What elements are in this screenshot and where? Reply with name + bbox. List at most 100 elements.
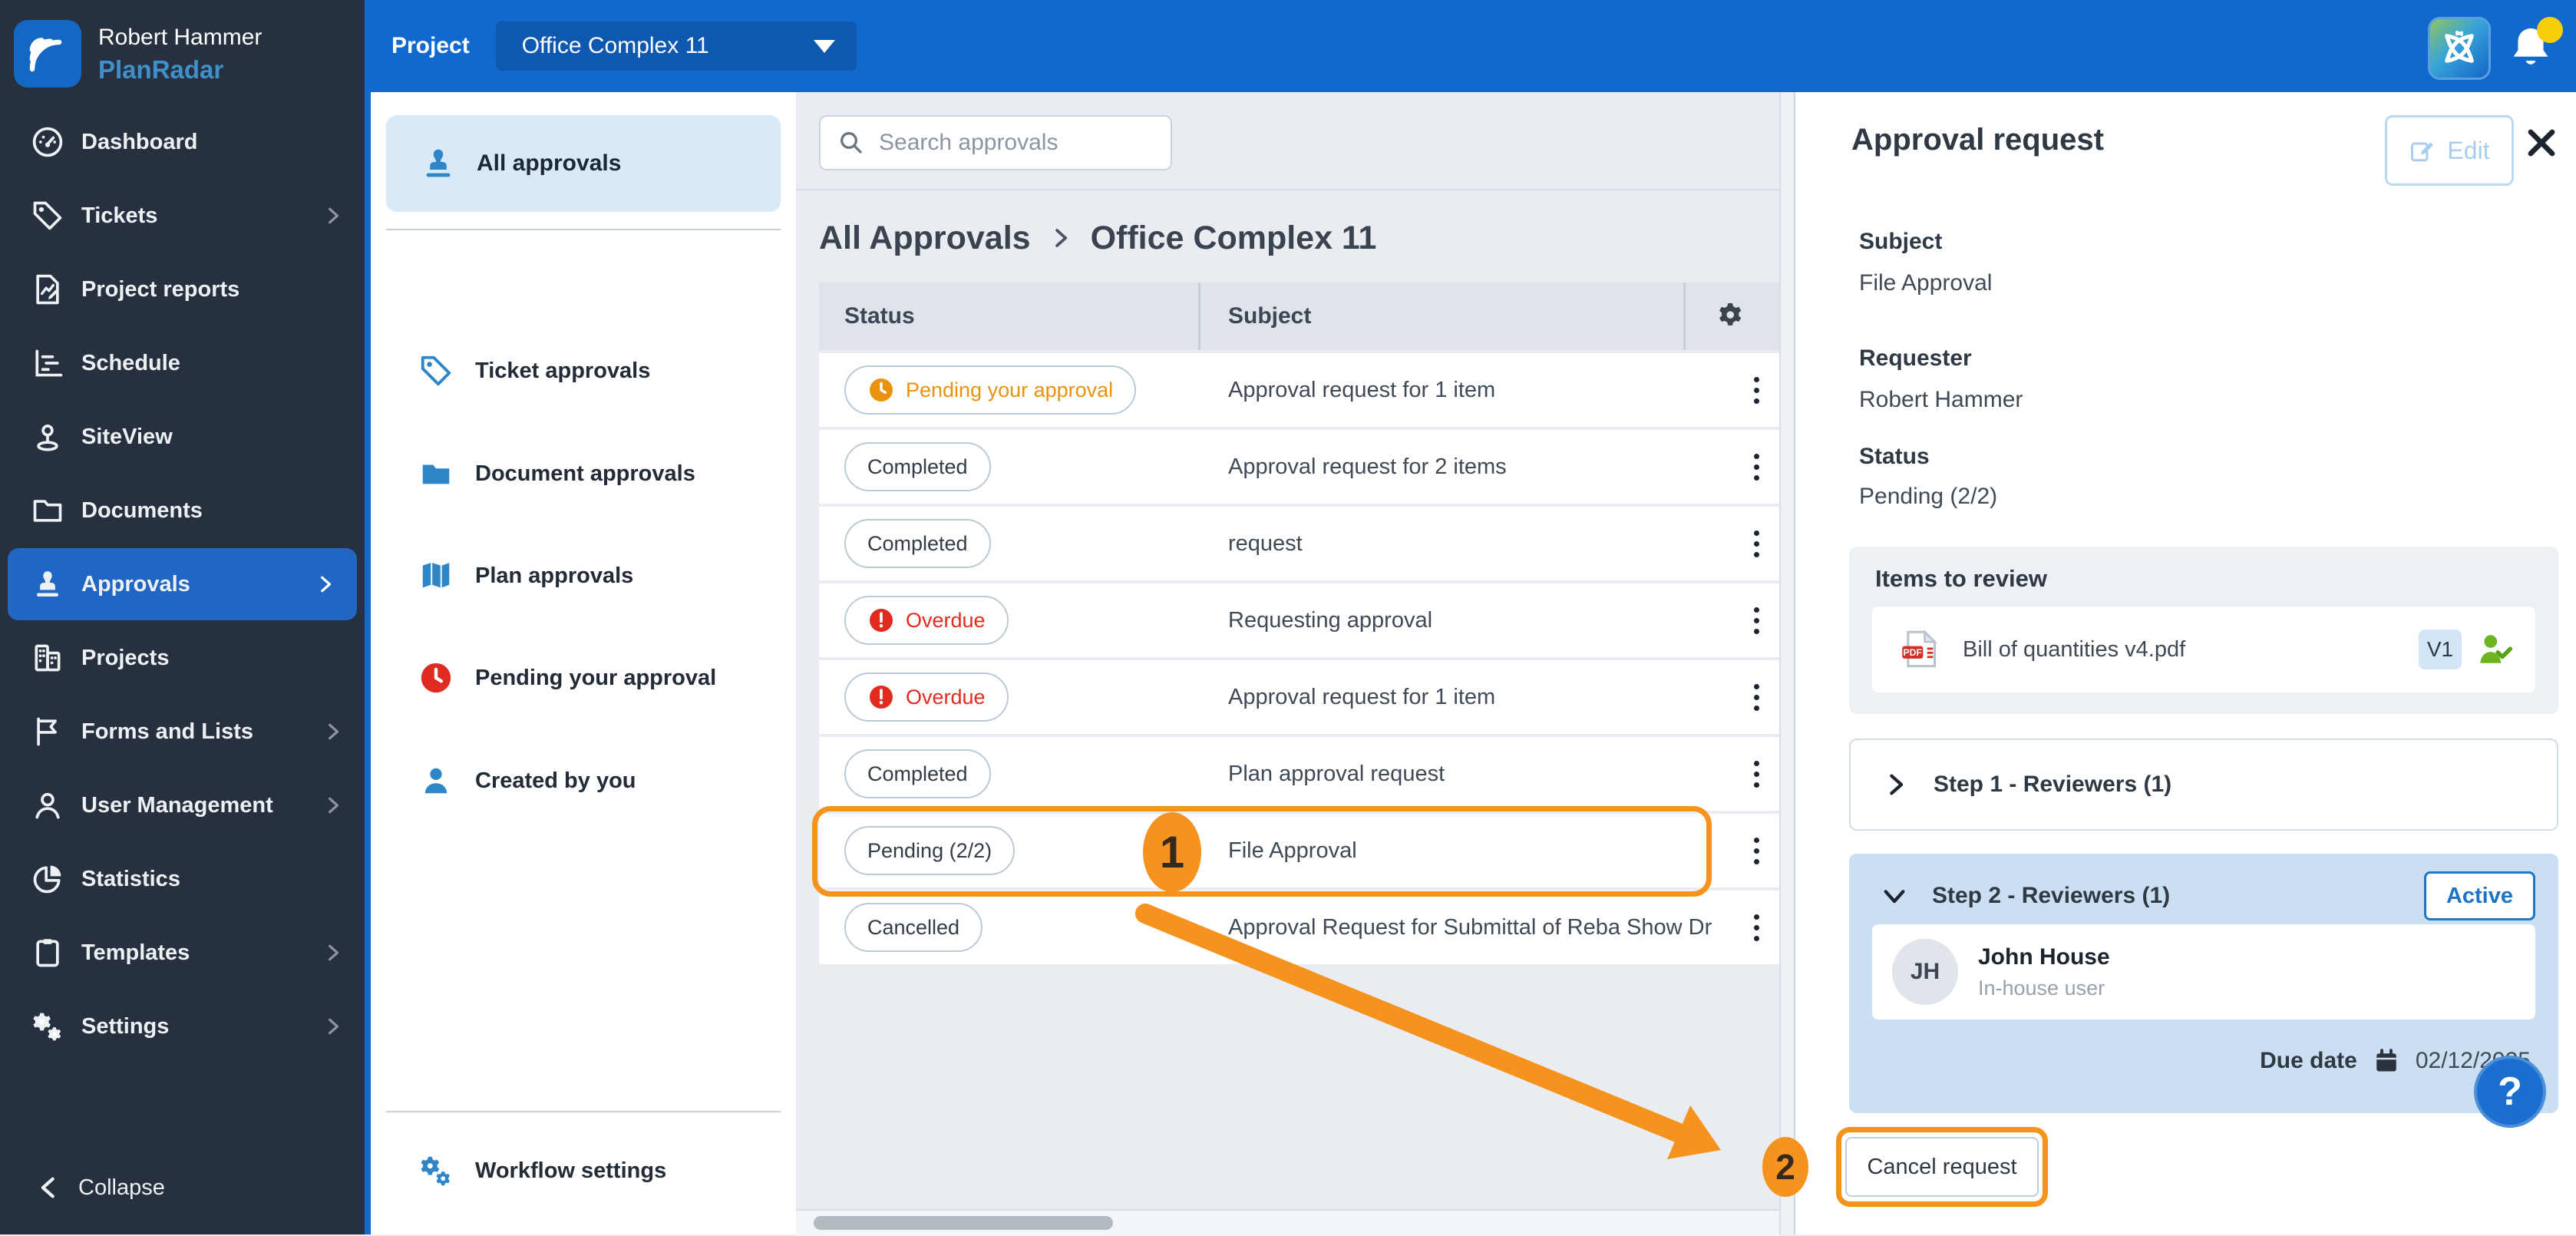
sidebar-item-label: Schedule [81, 351, 180, 376]
cancel-request-button[interactable]: Cancel request [1845, 1137, 2039, 1197]
table-row[interactable]: Overdue Approval request for 1 item [819, 660, 1779, 734]
dashboard-icon [31, 125, 64, 159]
search-input[interactable] [877, 129, 1157, 157]
column-header-subject[interactable]: Subject [1200, 283, 1686, 350]
table-row[interactable]: Overdue Requesting approval [819, 583, 1779, 657]
user-name: Robert Hammer [98, 25, 262, 51]
breadcrumb-root[interactable]: All Approvals [819, 220, 1031, 257]
chevron-right-icon [323, 206, 343, 226]
workflow-settings-button[interactable]: Workflow settings [371, 1132, 796, 1209]
table-header: Status Subject [819, 283, 1779, 350]
sidebar-item-siteview[interactable]: SiteView [0, 401, 365, 473]
avatar: JH [1892, 939, 1958, 1005]
filter-pending-your-approval[interactable]: Pending your approval [371, 639, 796, 716]
kebab-menu-icon[interactable] [1733, 761, 1779, 788]
sidebar-item-schedule[interactable]: Schedule [0, 327, 365, 399]
table-row-highlighted[interactable]: Pending (2/2) File Approval [819, 814, 1779, 887]
person-icon [418, 763, 454, 798]
building-icon [31, 641, 64, 675]
kebab-menu-icon[interactable] [1733, 377, 1779, 404]
step1-header[interactable]: Step 1 - Reviewers (1) [1849, 739, 2558, 831]
subject-cell: Plan approval request [1200, 762, 1733, 787]
sidebar-item-label: SiteView [81, 425, 173, 450]
step2-section: Step 2 - Reviewers (1) Active JH John Ho… [1849, 854, 2558, 1113]
alert-icon [867, 606, 895, 634]
notifications-button[interactable] [2506, 23, 2560, 77]
subject-cell: Approval Request for Submittal of Reba S… [1200, 915, 1733, 940]
subject-cell: request [1200, 531, 1733, 557]
status-cell: Completed [819, 749, 1200, 798]
reviewer-info: John House In-house user [1978, 944, 2110, 1000]
horizontal-scrollbar-thumb[interactable] [814, 1216, 1113, 1230]
table-row[interactable]: Completed request [819, 507, 1779, 580]
sidebar-item-label: Settings [81, 1014, 169, 1039]
filter-label: All approvals [477, 150, 621, 177]
table-row[interactable]: Cancelled Approval Request for Submittal… [819, 891, 1779, 964]
clock-icon [867, 376, 895, 404]
help-button[interactable]: ? [2474, 1056, 2546, 1128]
logo-swirl-icon [25, 31, 71, 77]
filter-ticket-approvals[interactable]: Ticket approvals [371, 332, 796, 409]
sidebar-item-user-management[interactable]: User Management [0, 769, 365, 841]
sidebar-item-projects[interactable]: Projects [0, 622, 365, 694]
sidebar-item-label: Approvals [81, 572, 190, 597]
caret-down-icon [814, 40, 835, 53]
breadcrumb: All Approvals Office Complex 11 [819, 213, 1376, 263]
divider [796, 189, 1794, 190]
sidebar-accent-strip [365, 0, 371, 1234]
filter-plan-approvals[interactable]: Plan approvals [371, 537, 796, 614]
table-settings-button[interactable] [1686, 283, 1779, 350]
stamp-icon [31, 567, 64, 601]
horizontal-scrollbar-track[interactable] [796, 1209, 1779, 1236]
sidebar-item-documents[interactable]: Documents [0, 474, 365, 547]
report-icon [31, 273, 64, 306]
chevron-right-icon [1049, 226, 1072, 250]
kebab-menu-icon[interactable] [1733, 838, 1779, 864]
filter-document-approvals[interactable]: Document approvals [371, 435, 796, 512]
sidebar-item-settings[interactable]: Settings [0, 990, 365, 1062]
approvals-table-body: Pending your approval Approval request f… [819, 353, 1779, 964]
subject-cell: Requesting approval [1200, 608, 1733, 633]
kebab-menu-icon[interactable] [1733, 607, 1779, 634]
sidebar-item-approvals[interactable]: Approvals [8, 548, 357, 620]
filter-created-by-you[interactable]: Created by you [371, 742, 796, 819]
table-row[interactable]: Completed Plan approval request [819, 737, 1779, 811]
project-selector[interactable]: Office Complex 11 [496, 21, 857, 71]
kebab-menu-icon[interactable] [1733, 684, 1779, 711]
chevron-right-icon [323, 1016, 343, 1036]
due-date-label: Due date [2260, 1048, 2357, 1074]
sidebar-item-dashboard[interactable]: Dashboard [0, 106, 365, 178]
table-row[interactable]: Completed Approval request for 2 items [819, 430, 1779, 504]
planradar-logo-icon [14, 20, 81, 88]
sidebar-item-label: Statistics [81, 867, 180, 892]
column-header-status[interactable]: Status [819, 283, 1200, 350]
connect-app-button[interactable] [2428, 17, 2491, 80]
edit-button[interactable]: Edit [2385, 115, 2514, 186]
gear-icon [1716, 299, 1749, 333]
search-box [819, 115, 1172, 170]
requester-label: Requester [1859, 345, 1972, 372]
flag-icon [31, 715, 64, 749]
close-icon[interactable] [2523, 124, 2560, 161]
status-label: Status [1859, 444, 1930, 470]
review-file-row[interactable]: Bill of quantities v4.pdf V1 [1872, 606, 2535, 692]
status-cell: Completed [819, 519, 1200, 568]
kebab-menu-icon[interactable] [1733, 454, 1779, 481]
kebab-menu-icon[interactable] [1733, 914, 1779, 941]
sidebar-item-label: Tickets [81, 203, 157, 229]
cancel-request-highlight-ring: Cancel request [1836, 1127, 2048, 1207]
sidebar-item-project-reports[interactable]: Project reports [0, 253, 365, 326]
vertical-scrollbar-track[interactable] [1779, 92, 1795, 1234]
sidebar-item-tickets[interactable]: Tickets [0, 180, 365, 252]
status-badge: Pending your approval [844, 365, 1136, 415]
table-row[interactable]: Pending your approval Approval request f… [819, 353, 1779, 427]
filter-label: Plan approvals [475, 563, 633, 589]
main-sidebar: Robert Hammer PlanRadar Dashboard Ticket… [0, 0, 365, 1234]
filter-all-approvals[interactable]: All approvals [386, 115, 781, 212]
sidebar-item-forms-and-lists[interactable]: Forms and Lists [0, 696, 365, 768]
sidebar-item-statistics[interactable]: Statistics [0, 843, 365, 915]
kebab-menu-icon[interactable] [1733, 530, 1779, 557]
reviewer-card[interactable]: JH John House In-house user [1872, 924, 2535, 1020]
sidebar-item-templates[interactable]: Templates [0, 917, 365, 989]
collapse-sidebar-button[interactable]: Collapse [0, 1152, 365, 1224]
